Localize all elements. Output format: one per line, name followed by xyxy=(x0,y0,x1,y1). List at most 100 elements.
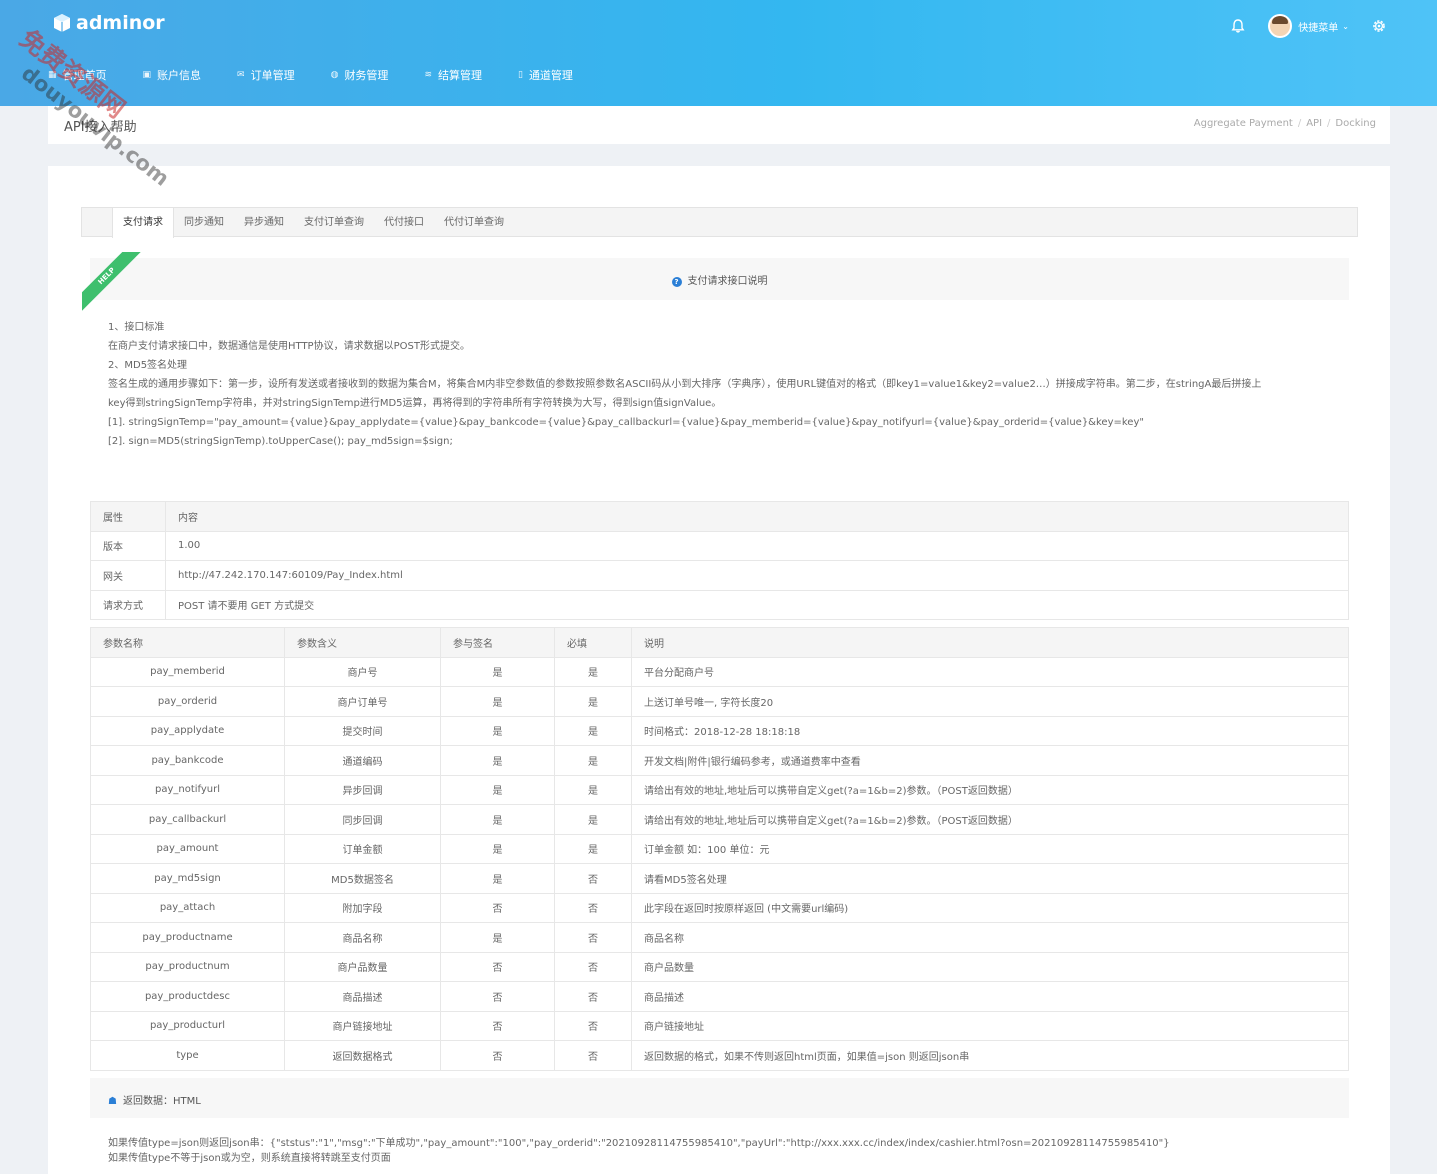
table-cell: 否 xyxy=(440,951,555,982)
table-cell: 请看MD5签名处理 xyxy=(631,863,1349,894)
page-title-bar: API接入帮助 Aggregate Payment / API / Docking xyxy=(48,106,1390,144)
grid-icon: ▦ xyxy=(48,70,57,80)
desc-line: 2、MD5签名处理 xyxy=(108,360,188,371)
table-cell: pay_callbackurl xyxy=(90,804,285,835)
table-cell: 请求方式 xyxy=(90,589,166,620)
table-cell: 否 xyxy=(440,981,555,1012)
table-cell: pay_producturl xyxy=(90,1010,285,1041)
table-cell: 提交时间 xyxy=(284,715,441,746)
user-card-icon: ▣ xyxy=(142,70,152,80)
table-cell: pay_amount xyxy=(90,833,285,864)
table-cell: 商品名称 xyxy=(631,922,1349,953)
table-row: 版本 1.00 xyxy=(90,530,1349,561)
chevron-down-icon[interactable]: ⌄ xyxy=(1342,22,1349,31)
table-cell: 平台分配商户号 xyxy=(631,656,1349,687)
table-cell: 通道编码 xyxy=(284,745,441,776)
tab-sync-notify[interactable]: 同步通知 xyxy=(174,208,234,237)
table-row: 网关 http://47.242.170.147:60109/Pay_Index… xyxy=(90,560,1349,591)
tab-payout-api[interactable]: 代付接口 xyxy=(374,208,434,237)
tab-payout-query[interactable]: 代付订单查询 xyxy=(434,208,514,237)
avatar[interactable] xyxy=(1268,14,1293,38)
table-cell: 是 xyxy=(440,922,555,953)
table-cell: 商品名称 xyxy=(284,922,441,953)
table-cell: 版本 xyxy=(90,530,166,561)
desc-line: [1]. stringSignTemp="pay_amount={value}&… xyxy=(108,417,1144,428)
table-row: pay_productname 商品名称是否商品名称 xyxy=(90,922,1349,953)
table-cell: 否 xyxy=(440,1010,555,1041)
tab-pay-request[interactable]: 支付请求 xyxy=(112,208,174,238)
table-cell: http://47.242.170.147:60109/Pay_Index.ht… xyxy=(165,560,1349,591)
table-cell: 是 xyxy=(440,715,555,746)
breadcrumb: Aggregate Payment / API / Docking xyxy=(1193,118,1376,129)
table-cell: 同步回调 xyxy=(284,804,441,835)
table-cell: 商户品数量 xyxy=(284,951,441,982)
desc-line: 签名生成的通用步骤如下：第一步，设所有发送或者接收到的数据为集合M，将集合M内非… xyxy=(108,379,1262,390)
table-header-cell: 内容 xyxy=(165,501,1349,532)
table-row: pay_md5sign MD5数据签名是否请看MD5签名处理 xyxy=(90,863,1349,894)
table-cell: 返回数据的格式，如果不传则返回html页面，如果值=json 则返回json串 xyxy=(631,1040,1349,1071)
nav-item-orders[interactable]: ✉ 订单管理 xyxy=(237,66,295,84)
question-icon: ? xyxy=(671,277,682,287)
table-cell: pay_orderid xyxy=(90,686,285,717)
tab-order-query[interactable]: 支付订单查询 xyxy=(294,208,374,237)
tab-bar: 支付请求 同步通知 异步通知 支付订单查询 代付接口 代付订单查询 xyxy=(81,207,1358,238)
table-header-row: 参数名称 参数含义 参与签名 必填 说明 xyxy=(90,627,1349,658)
nav-item-settlement[interactable]: ≋ 结算管理 xyxy=(424,66,482,84)
main-nav: ▦ 管理首页 ▣ 账户信息 ✉ 订单管理 ◍ 财务管理 ≋ 结算管理 ▯ 通道管理 xyxy=(48,66,609,84)
top-header: adminor 快捷菜单 ⌄ ▦ 管理首页 ▣ 账户信息 ✉ 订单管理 ◍ 财务管理 ≋… xyxy=(0,0,1437,106)
table-cell: 否 xyxy=(554,922,632,953)
table-cell: 网关 xyxy=(90,560,166,591)
table-header-cell: 参数名称 xyxy=(90,627,285,658)
nav-item-channels[interactable]: ▯ 通道管理 xyxy=(518,66,573,84)
table-cell: 是 xyxy=(440,745,555,776)
table-cell: 商户号 xyxy=(284,656,441,687)
user-menu-label[interactable]: 快捷菜单 xyxy=(1298,19,1338,34)
table-row: pay_callbackurl 同步回调是是请给出有效的地址,地址后可以携带自定义… xyxy=(90,804,1349,835)
table-cell: pay_applydate xyxy=(90,715,285,746)
nav-item-dashboard[interactable]: ▦ 管理首页 xyxy=(48,66,107,84)
table-row: pay_notifyurl 异步回调是是请给出有效的地址,地址后可以携带自定义ge… xyxy=(90,774,1349,805)
param-table: 参数名称 参数含义 参与签名 必填 说明 pay_memberid 商户号是是平台… xyxy=(90,627,1349,1071)
breadcrumb-item[interactable]: Aggregate Payment xyxy=(1194,118,1293,129)
table-cell: pay_productnum xyxy=(90,951,285,982)
desc-line: [2]. sign=MD5(stringSignTemp).toUpperCas… xyxy=(108,436,453,447)
table-cell: 商户订单号 xyxy=(284,686,441,717)
table-cell: 是 xyxy=(440,804,555,835)
nav-item-account[interactable]: ▣ 账户信息 xyxy=(143,66,202,84)
table-cell: 是 xyxy=(440,774,555,805)
table-cell: 是 xyxy=(554,774,632,805)
table-cell: type xyxy=(90,1040,285,1071)
table-cell: pay_attach xyxy=(90,892,285,923)
header-actions: 快捷菜单 ⌄ xyxy=(1230,14,1387,38)
tab-async-notify[interactable]: 异步通知 xyxy=(234,208,294,237)
table-row: pay_amount 订单金额是是订单金额 如：100 单位：元 xyxy=(90,833,1349,864)
table-row: pay_memberid 商户号是是平台分配商户号 xyxy=(90,656,1349,687)
table-row: type 返回数据格式否否返回数据的格式，如果不传则返回html页面，如果值=js… xyxy=(90,1040,1349,1071)
table-header-cell: 参数含义 xyxy=(284,627,441,658)
table-row: pay_bankcode 通道编码是是开发文档|附件|银行编码参考，或通道费率中查… xyxy=(90,745,1349,776)
table-cell: 否 xyxy=(554,1010,632,1041)
table-cell: 商户链接地址 xyxy=(284,1010,441,1041)
table-cell: 此字段在返回时按原样返回 (中文需要url编码) xyxy=(631,892,1349,923)
content-card: 支付请求 同步通知 异步通知 支付订单查询 代付接口 代付订单查询 ? 支付请求接… xyxy=(48,166,1390,1174)
return-description: 如果传值type=json则返回json串：{"ststus":"1","msg… xyxy=(108,1136,1348,1166)
table-cell: 否 xyxy=(554,951,632,982)
nav-item-finance[interactable]: ◍ 财务管理 xyxy=(331,66,389,84)
table-row: pay_producturl 商户链接地址否否商户链接地址 xyxy=(90,1010,1349,1041)
table-cell: 是 xyxy=(554,686,632,717)
table-cell: 订单金额 如：100 单位：元 xyxy=(631,833,1349,864)
brand-logo[interactable]: adminor xyxy=(52,12,165,34)
table-header-row: 属性 内容 xyxy=(90,501,1349,532)
table-row: pay_attach 附加字段否否此字段在返回时按原样返回 (中文需要url编码) xyxy=(90,892,1349,923)
table-cell: 是 xyxy=(554,656,632,687)
bell-icon[interactable] xyxy=(1230,18,1246,34)
desc-line: 1、接口标准 xyxy=(108,322,165,333)
table-cell: 否 xyxy=(554,863,632,894)
table-row: 请求方式 POST 请不要用 GET 方式提交 xyxy=(90,589,1349,620)
return-data-label: ☗ 返回数据：HTML xyxy=(108,1096,201,1107)
table-header-cell: 说明 xyxy=(631,627,1349,658)
table-row: pay_productnum 商户品数量否否商户品数量 xyxy=(90,951,1349,982)
breadcrumb-item[interactable]: API xyxy=(1306,118,1322,129)
table-header-cell: 属性 xyxy=(90,501,166,532)
gear-icon[interactable] xyxy=(1371,18,1387,34)
